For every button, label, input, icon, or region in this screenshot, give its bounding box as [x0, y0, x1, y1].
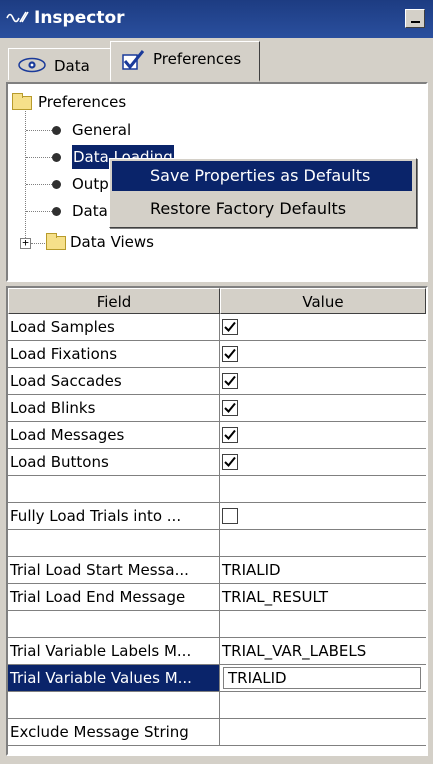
tab-preferences[interactable]: Preferences — [110, 41, 260, 82]
tree-connector — [26, 211, 54, 212]
field-cell[interactable] — [8, 692, 220, 718]
tree-item-label: Data — [72, 202, 108, 220]
tree-connector — [31, 243, 45, 244]
field-cell[interactable]: Load Fixations — [8, 341, 220, 367]
menu-item-label: Restore Factory Defaults — [150, 199, 347, 218]
value-cell[interactable] — [220, 368, 426, 394]
eye-icon — [18, 57, 46, 73]
checkbox[interactable] — [222, 319, 238, 335]
inspector-window: Inspector Data Preferences Preferences G… — [0, 0, 433, 764]
checkmark-icon — [122, 50, 145, 70]
table-row[interactable] — [8, 611, 426, 638]
value-cell[interactable]: TRIALID — [220, 557, 426, 583]
minimize-button[interactable] — [405, 9, 425, 28]
tab-data-label: Data — [54, 57, 90, 75]
value-editor-input[interactable]: TRIALID — [223, 667, 421, 689]
window-title: Inspector — [34, 8, 125, 28]
table-row[interactable]: Load Saccades — [8, 368, 426, 395]
value-cell[interactable] — [220, 503, 426, 529]
tree-item-label: Data Views — [70, 233, 154, 251]
value-cell[interactable] — [220, 422, 426, 448]
tree-connector — [26, 157, 54, 158]
folder-open-icon — [12, 93, 32, 110]
field-cell[interactable]: Load Samples — [8, 314, 220, 340]
table-row[interactable] — [8, 476, 426, 503]
field-cell[interactable]: Trial Variable Labels M... — [8, 638, 220, 664]
tab-bar: Data Preferences — [0, 38, 433, 84]
tab-data[interactable]: Data — [8, 48, 112, 80]
checkbox[interactable] — [222, 427, 238, 443]
field-cell[interactable]: Load Blinks — [8, 395, 220, 421]
checkbox[interactable] — [222, 346, 238, 362]
table-row[interactable]: Trial Variable Labels M... TRIAL_VAR_LABE… — [8, 638, 426, 665]
tree-leaf-icon — [52, 180, 61, 189]
field-cell[interactable] — [8, 530, 220, 556]
table-row[interactable]: Trial Load End Message TRIAL_RESULT — [8, 584, 426, 611]
expand-icon[interactable]: + — [20, 237, 31, 249]
value-cell[interactable] — [220, 476, 426, 502]
checkbox[interactable] — [222, 508, 238, 524]
table-row[interactable]: Fully Load Trials into ... — [8, 503, 426, 530]
field-cell[interactable]: Fully Load Trials into ... — [8, 503, 220, 529]
checkbox[interactable] — [222, 373, 238, 389]
menu-item-restore-defaults[interactable]: Restore Factory Defaults — [112, 194, 412, 224]
column-header-value[interactable]: Value — [220, 288, 426, 314]
minimize-icon — [411, 21, 420, 23]
field-cell[interactable]: Trial Load End Message — [8, 584, 220, 610]
table-row[interactable]: Load Blinks — [8, 395, 426, 422]
tree-leaf-icon — [52, 126, 61, 135]
value-cell[interactable] — [220, 530, 426, 556]
field-cell[interactable]: Load Messages — [8, 422, 220, 448]
table-row[interactable] — [8, 692, 426, 719]
field-cell[interactable] — [8, 611, 220, 637]
folder-icon — [46, 233, 66, 250]
value-cell[interactable]: TRIALID — [220, 665, 426, 691]
table-row[interactable]: Exclude Message String — [8, 719, 426, 746]
value-cell[interactable] — [220, 314, 426, 340]
value-cell[interactable] — [220, 611, 426, 637]
table-row[interactable]: Trial Variable Values M... TRIALID — [8, 665, 426, 692]
value-cell[interactable] — [220, 395, 426, 421]
tree-connector — [26, 184, 54, 185]
inspector-icon — [6, 10, 30, 28]
table-row[interactable] — [8, 530, 426, 557]
tree-connector — [25, 108, 26, 238]
value-cell[interactable]: TRIAL_RESULT — [220, 584, 426, 610]
table-row[interactable]: Load Samples — [8, 314, 426, 341]
menu-item-save-defaults[interactable]: Save Properties as Defaults — [112, 161, 412, 191]
value-cell[interactable] — [220, 341, 426, 367]
field-cell[interactable]: Load Buttons — [8, 449, 220, 475]
field-cell[interactable]: Exclude Message String — [8, 719, 220, 745]
field-cell[interactable]: Trial Variable Values M... — [8, 665, 220, 691]
table-row[interactable]: Load Buttons — [8, 449, 426, 476]
table-row[interactable]: Trial Load Start Messa... TRIALID — [8, 557, 426, 584]
properties-table: Field Value Load Samples Load Fixations Lo… — [6, 286, 428, 756]
field-cell[interactable] — [8, 476, 220, 502]
context-menu: Save Properties as Defaults Restore Fact… — [109, 158, 417, 228]
field-cell[interactable]: Trial Load Start Messa... — [8, 557, 220, 583]
tree-connector — [26, 130, 54, 131]
tab-preferences-label: Preferences — [153, 50, 242, 68]
tree-leaf-icon — [52, 207, 61, 216]
table-row[interactable]: Load Fixations — [8, 341, 426, 368]
value-cell[interactable] — [220, 692, 426, 718]
tree-item-label: General — [72, 121, 132, 139]
table-row[interactable]: Load Messages — [8, 422, 426, 449]
tree-leaf-icon — [52, 153, 61, 162]
value-cell[interactable] — [220, 449, 426, 475]
value-cell[interactable] — [220, 719, 426, 745]
field-cell[interactable]: Load Saccades — [8, 368, 220, 394]
title-bar[interactable]: Inspector — [0, 0, 433, 38]
tree-root-label: Preferences — [38, 93, 127, 111]
checkbox[interactable] — [222, 454, 238, 470]
checkbox[interactable] — [222, 400, 238, 416]
column-header-field[interactable]: Field — [8, 288, 220, 314]
menu-item-label: Save Properties as Defaults — [150, 166, 371, 185]
value-cell[interactable]: TRIAL_VAR_LABELS — [220, 638, 426, 664]
